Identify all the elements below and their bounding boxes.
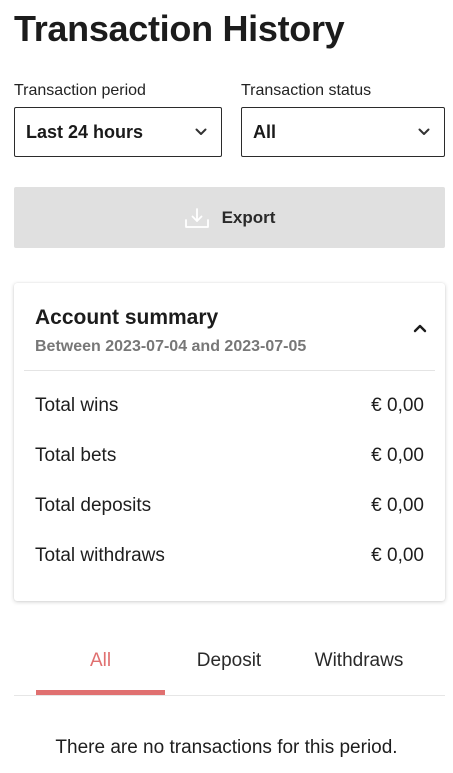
summary-row-value: € 0,00: [371, 495, 424, 516]
summary-row-total-withdraws: Total withdraws € 0,00: [35, 544, 424, 568]
download-icon: [184, 207, 210, 229]
transaction-tabs: All Deposit Withdraws: [14, 630, 445, 696]
transaction-status-label: Transaction status: [241, 82, 372, 99]
transaction-period-select[interactable]: Last 24 hours: [14, 107, 222, 157]
summary-row-value: € 0,00: [371, 445, 424, 466]
chevron-down-icon: [418, 126, 430, 138]
summary-row-total-wins: Total wins € 0,00: [35, 394, 424, 418]
account-summary-date-range: Between 2023-07-04 and 2023-07-05: [35, 338, 307, 355]
summary-row-label: Total wins: [35, 395, 119, 416]
summary-row-label: Total bets: [35, 445, 117, 466]
chevron-up-icon: [413, 323, 427, 333]
summary-row-label: Total withdraws: [35, 545, 165, 566]
tab-withdraws[interactable]: Withdraws: [299, 630, 419, 692]
divider: [24, 370, 435, 371]
summary-row-value: € 0,00: [371, 545, 424, 566]
tab-deposit[interactable]: Deposit: [179, 630, 279, 692]
chevron-down-icon: [195, 126, 207, 138]
transaction-period-label: Transaction period: [14, 82, 146, 99]
transaction-status-select[interactable]: All: [241, 107, 445, 157]
transaction-status-value: All: [253, 121, 277, 142]
account-summary-card: Account summary Between 2023-07-04 and 2…: [14, 283, 445, 601]
export-button[interactable]: Export: [14, 187, 445, 248]
export-label: Export: [221, 207, 276, 227]
summary-row-value: € 0,00: [371, 395, 424, 416]
summary-row-total-deposits: Total deposits € 0,00: [35, 494, 424, 518]
page-title: Transaction History: [14, 8, 345, 49]
divider: [14, 695, 445, 696]
transaction-period-value: Last 24 hours: [26, 121, 144, 142]
account-summary-title: Account summary: [35, 306, 219, 329]
account-summary-toggle[interactable]: Account summary Between 2023-07-04 and 2…: [14, 283, 445, 371]
empty-state-message: There are no transactions for this perio…: [55, 737, 398, 758]
summary-row-total-bets: Total bets € 0,00: [35, 444, 424, 468]
tab-all[interactable]: All: [36, 630, 165, 692]
summary-row-label: Total deposits: [35, 495, 152, 516]
